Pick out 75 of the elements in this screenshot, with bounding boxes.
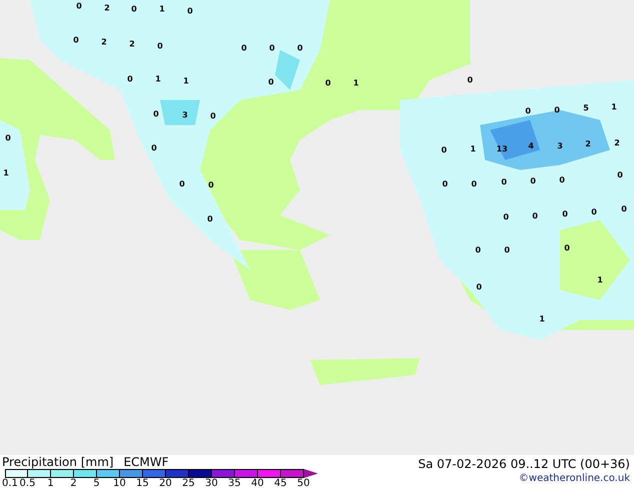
legend-tick-label: 25	[181, 478, 196, 489]
legend-tick-label: 2	[69, 478, 78, 489]
precipitation-value: 0	[208, 180, 214, 190]
precipitation-value: 1	[3, 168, 9, 178]
legend-tick-label: 20	[158, 478, 173, 489]
credit-link[interactable]: ©weatheronline.co.uk	[518, 472, 630, 485]
precipitation-value: 2	[614, 138, 620, 148]
precipitation-value: 0	[564, 244, 570, 252]
precipitation-value: 0	[559, 176, 565, 184]
precipitation-value: 0	[441, 146, 447, 154]
precipitation-value: 1	[470, 144, 476, 154]
precipitation-value: 1	[597, 276, 603, 284]
precipitation-value: 0	[471, 180, 477, 188]
precipitation-value: 5	[583, 104, 589, 112]
legend-tick-label: 40	[250, 478, 265, 489]
precipitation-value: 0	[621, 204, 627, 214]
precipitation-value: 1	[539, 314, 545, 324]
precipitation-value: 0	[325, 78, 331, 88]
precipitation-value: 0	[525, 106, 531, 116]
precipitation-value: 1	[155, 74, 161, 84]
precipitation-value: 0	[131, 4, 137, 14]
legend-tick-label: 0.5	[18, 478, 36, 489]
precipitation-value: 0	[532, 212, 538, 220]
precipitation-value: 3	[182, 110, 188, 120]
precipitation-value: 0	[73, 36, 79, 44]
precipitation-value: 0	[241, 44, 247, 52]
precipitation-value: 1	[159, 4, 165, 14]
precipitation-value: 0	[179, 180, 185, 188]
precipitation-value: 0	[157, 42, 163, 50]
legend-tick-label: 0.1	[2, 478, 16, 489]
precipitation-value: 0	[210, 112, 216, 120]
precipitation-value: 3	[557, 142, 563, 150]
precipitation-value: 0	[591, 208, 597, 216]
legend-tick-label: 15	[135, 478, 150, 489]
legend-arrow-icon	[304, 469, 318, 478]
precipitation-value: 0	[268, 78, 274, 86]
precipitation-value: 0	[269, 44, 275, 52]
precipitation-value: 0	[617, 170, 623, 180]
precipitation-value: 1	[183, 76, 189, 86]
legend-tick-label: 5	[92, 478, 101, 489]
precipitation-value: 2	[101, 38, 107, 46]
legend-tick-label: 35	[227, 478, 242, 489]
precipitation-value: 0	[127, 74, 133, 84]
precipitation-value: 0	[153, 110, 159, 118]
precipitation-value: 0	[554, 106, 560, 114]
legend-tick-label: 50	[296, 478, 311, 489]
precipitation-value: 0	[467, 76, 473, 84]
legend-tick-label: 1	[46, 478, 55, 489]
precipitation-value: 0	[562, 210, 568, 218]
precipitation-value: 0	[475, 246, 481, 254]
valid-time: Sa 07-02-2026 09..12 UTC (00+36)	[418, 456, 630, 472]
precipitation-value: 13	[496, 144, 508, 154]
precipitation-value: 0	[76, 2, 82, 10]
legend-title: Precipitation [mm]	[2, 455, 114, 469]
precipitation-value: 0	[504, 246, 510, 254]
precipitation-value: 1	[611, 102, 617, 112]
precipitation-value: 2	[129, 40, 135, 48]
precipitation-value: 2	[104, 4, 110, 12]
precipitation-value: 0	[187, 6, 193, 16]
precipitation-value: 1	[353, 78, 359, 88]
precipitation-value: 0	[207, 214, 213, 224]
precipitation-value: 0	[5, 134, 11, 142]
precipitation-value: 0	[503, 212, 509, 222]
precipitation-value: 0	[530, 176, 536, 186]
legend-tick-label: 45	[273, 478, 288, 489]
precipitation-value: 4	[528, 142, 534, 150]
precipitation-value: 0	[297, 44, 303, 52]
legend-tick-label: 10	[112, 478, 127, 489]
precipitation-value: 2	[585, 140, 591, 148]
model-name: ECMWF	[124, 455, 169, 469]
precipitation-value: 0	[442, 180, 448, 188]
precipitation-value: 0	[151, 144, 157, 152]
legend-tick-label: 30	[204, 478, 219, 489]
precipitation-value: 0	[501, 178, 507, 186]
precipitation-value: 0	[476, 282, 482, 292]
